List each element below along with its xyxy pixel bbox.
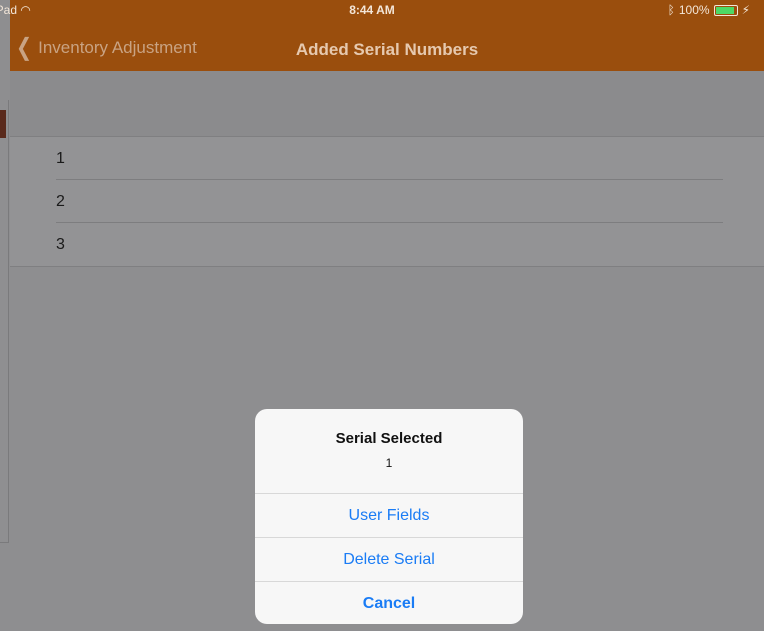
page-title: Added Serial Numbers <box>295 40 479 59</box>
master-pane-frame <box>0 100 9 543</box>
serial-row[interactable]: 3 <box>10 223 764 266</box>
cancel-button[interactable]: Cancel <box>255 582 523 624</box>
action-sheet-header: Serial Selected 1 <box>255 409 523 494</box>
serial-row[interactable]: 1 <box>10 137 764 180</box>
battery-icon <box>713 4 738 16</box>
action-sheet-title: Serial Selected <box>335 430 443 447</box>
screen: ❮ Inventory Adjustment Added Serial Numb… <box>0 0 764 631</box>
header-strip <box>10 71 764 137</box>
master-pane-accent <box>0 110 6 138</box>
clock: 8:44 AM <box>349 3 395 17</box>
status-bar: iPad ◠ 8:44 AM ᛒ 100% ⚡ <box>0 0 754 20</box>
master-pane-edge <box>0 0 10 631</box>
delete-serial-button[interactable]: Delete Serial <box>255 538 523 582</box>
status-right: ᛒ 100% ⚡ <box>668 3 750 17</box>
user-fields-button[interactable]: User Fields <box>255 494 523 538</box>
action-sheet-message: 1 <box>385 456 393 470</box>
action-sheet: Serial Selected 1 User Fields Delete Ser… <box>255 409 523 624</box>
battery-fill <box>715 6 734 14</box>
serial-label: 3 <box>56 236 65 253</box>
bolt-icon: ⚡ <box>741 3 750 17</box>
serial-label: 1 <box>56 150 65 167</box>
serial-row[interactable]: 2 <box>10 180 764 223</box>
bluetooth-icon: ᛒ <box>667 3 675 17</box>
battery-percent: 100% <box>678 3 710 17</box>
serial-label: 2 <box>56 193 65 210</box>
serial-list: 1 2 3 <box>10 137 764 267</box>
